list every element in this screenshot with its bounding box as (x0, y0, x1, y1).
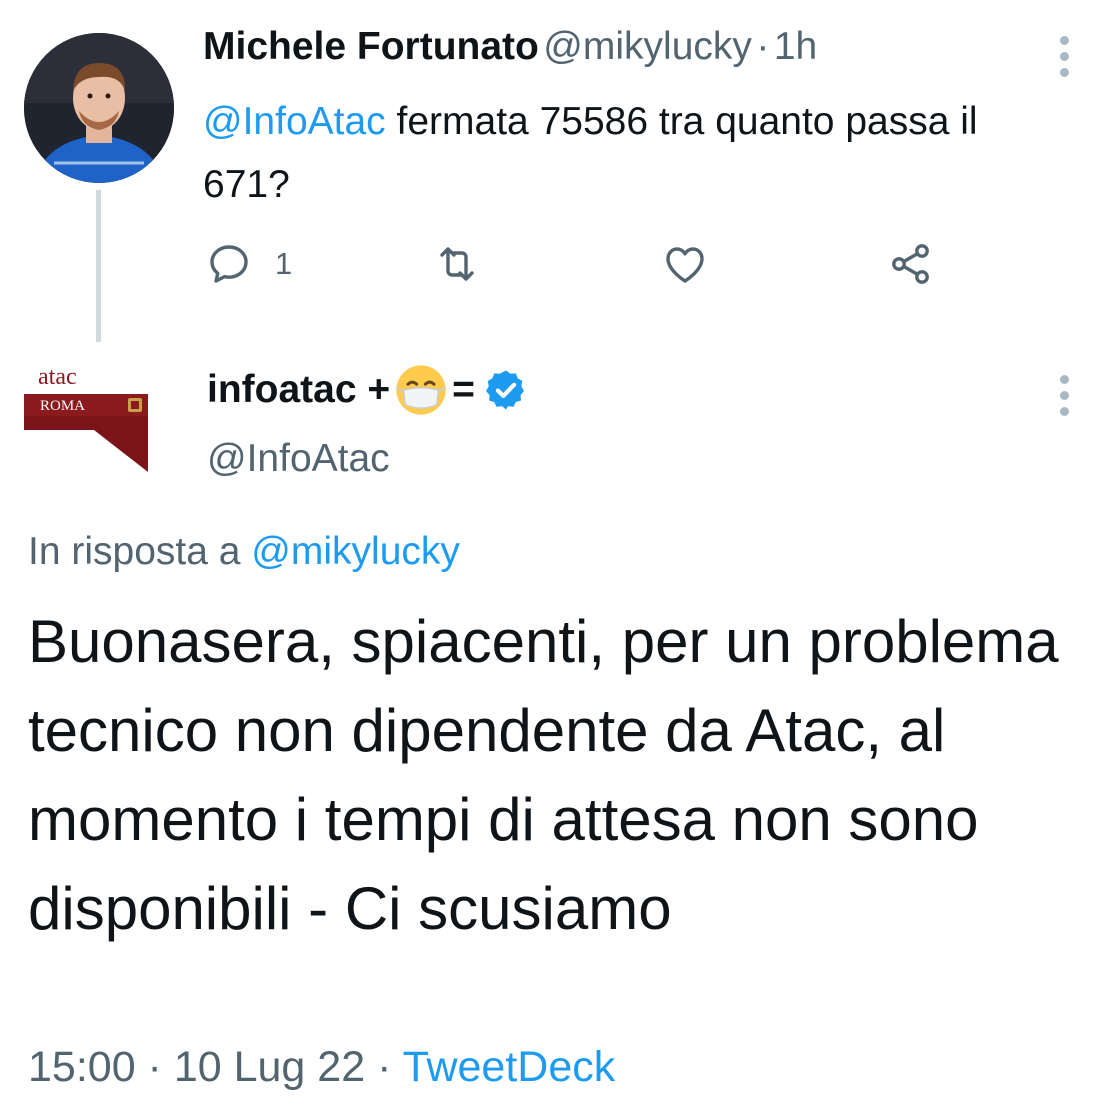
like-icon (666, 247, 704, 283)
tweet2-header: infoatac + = (207, 360, 529, 420)
tweet1-header: Michele Fortunato @mikylucky · 1h (203, 25, 817, 69)
tweet-time[interactable]: 1h (774, 25, 817, 68)
tweet-time[interactable]: 15:00 (28, 1043, 136, 1091)
reply-icon (210, 245, 248, 283)
avatar-infoatac[interactable]: atac ROMA (24, 360, 174, 480)
separator: · (365, 1043, 403, 1091)
avatar-michele[interactable] (24, 33, 174, 183)
atac-logo-subtext: ROMA (40, 398, 86, 414)
tweet-meta: 15:00 · 10 Lug 22 · TweetDeck (28, 1043, 615, 1092)
thread-line (96, 190, 101, 342)
mask-emoji-icon (396, 365, 447, 415)
reply-action[interactable]: 1 (205, 240, 292, 288)
tweet2-text: Buonasera, spiacenti, per un problema te… (28, 608, 1059, 942)
source-link[interactable]: TweetDeck (403, 1043, 616, 1091)
reply-prefix: In risposta a (28, 530, 252, 573)
reply-count: 1 (275, 246, 293, 281)
verified-badge-icon (485, 370, 524, 410)
user-handle[interactable]: @mikylucky (543, 25, 752, 68)
more-icon[interactable] (1058, 375, 1070, 416)
share-action[interactable] (886, 240, 936, 288)
like-action[interactable] (661, 240, 709, 288)
atac-logo-text: atac (38, 364, 77, 390)
display-name[interactable]: Michele Fortunato (203, 25, 539, 68)
reply-context: In risposta a @mikylucky (28, 530, 460, 574)
retweet-action[interactable] (432, 240, 482, 288)
reply-handle-link[interactable]: @mikylucky (251, 530, 460, 573)
more-icon[interactable] (1058, 36, 1070, 77)
tweet1-text: @InfoAtac fermata 75586 tra quanto passa… (203, 90, 1063, 216)
mention-link[interactable]: @InfoAtac (203, 100, 386, 143)
display-name-suffix: = (452, 368, 475, 411)
display-name-infoatac[interactable]: infoatac + (207, 368, 390, 412)
share-icon (892, 244, 929, 284)
retweet-icon (440, 247, 474, 281)
separator: · (135, 1043, 174, 1091)
separator: · (756, 25, 770, 68)
tweet-date[interactable]: 10 Lug 22 (174, 1043, 365, 1091)
user-handle-infoatac[interactable]: @InfoAtac (207, 437, 390, 481)
